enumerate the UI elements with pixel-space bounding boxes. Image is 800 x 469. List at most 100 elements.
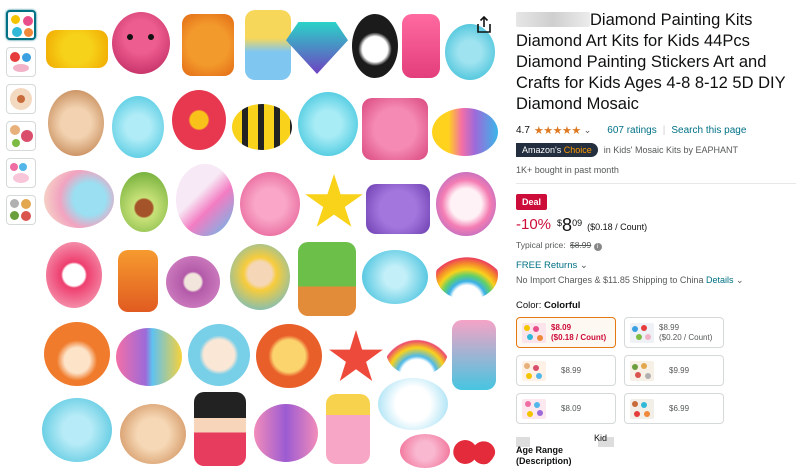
price-fraction: 09 xyxy=(572,218,583,228)
free-returns-link[interactable]: FREE Returns ⌄ xyxy=(516,260,796,271)
diamond-sticker xyxy=(286,22,348,74)
deal-badge: Deal xyxy=(516,194,548,210)
search-page-link[interactable]: Search this page xyxy=(671,125,746,136)
option-thumbnail xyxy=(630,360,654,381)
separator: | xyxy=(662,125,666,136)
dolphin-sticker xyxy=(362,250,428,304)
unit-price: ($0.18 / Count) xyxy=(587,222,648,232)
snail-sticker xyxy=(44,170,114,228)
star-sticker xyxy=(305,174,363,227)
cactus-sticker xyxy=(298,242,356,316)
puppy-sticker xyxy=(48,90,104,156)
bought-count: 1K+ bought in past month xyxy=(516,165,796,184)
typical-price-label: Typical price: xyxy=(516,240,566,250)
thumbnail-6[interactable] xyxy=(6,195,36,225)
fox-sticker xyxy=(44,322,110,386)
penguin-sticker xyxy=(352,14,398,78)
fish-sticker xyxy=(400,434,450,468)
choice-row: Amazon's Choice in Kids' Mosaic Kits by … xyxy=(516,143,796,157)
cherries-sticker xyxy=(452,428,496,468)
thumbnail-1[interactable] xyxy=(6,10,36,40)
blurred-brand xyxy=(516,12,590,27)
discount-percent: -10% xyxy=(516,216,552,233)
option-thumbnail xyxy=(522,398,546,419)
option-price: $8.99 xyxy=(659,322,680,332)
option-price: $9.99 xyxy=(669,365,690,375)
octopus-sticker xyxy=(298,92,358,156)
option-text: $8.09 ($0.18 / Count) xyxy=(551,323,606,343)
typical-price-row: Typical price: $8.99 i xyxy=(516,240,796,251)
product-image[interactable] xyxy=(40,4,502,469)
rating-row: 4.7 ★★★★★ ⌄ 607 ratings | Search this pa… xyxy=(516,124,796,137)
product-details-panel: Diamond Painting Kits Diamond Art Kits f… xyxy=(516,10,796,467)
badge-prefix: Amazon's xyxy=(522,145,562,155)
option-price: $6.99 xyxy=(669,403,690,413)
chevron-down-icon[interactable]: ⌄ xyxy=(736,275,744,285)
octopus-pink-sticker xyxy=(240,172,300,236)
price: $ 8 09 xyxy=(557,216,582,234)
color-option-6[interactable]: $6.99 xyxy=(624,393,724,424)
option-unit: ($0.20 / Count) xyxy=(659,332,713,342)
product-title: Diamond Painting Kits Diamond Art Kits f… xyxy=(516,10,796,115)
princess-sticker xyxy=(245,10,291,80)
shipping-details-link[interactable]: Details xyxy=(706,275,734,285)
typical-price-value: $8.99 xyxy=(569,240,592,250)
fairy-sticker xyxy=(326,394,370,464)
option-text: $8.99 ($0.20 / Count) xyxy=(659,323,712,343)
share-icon[interactable] xyxy=(476,16,492,34)
mermaid-tail-sticker xyxy=(452,320,496,390)
option-thumbnail xyxy=(522,322,546,343)
option-unit: ($0.18 / Count) xyxy=(551,332,607,342)
thumbnail-4[interactable] xyxy=(6,121,36,151)
pink-dinosaur-sticker xyxy=(362,98,428,160)
lion-sticker xyxy=(256,324,322,388)
shipping-text: No Import Charges & $11.85 Shipping to C… xyxy=(516,275,704,285)
attribute-value: Kid xyxy=(594,433,608,443)
dinosaur-sticker xyxy=(182,14,234,76)
rainbow-cloud-sticker xyxy=(386,326,448,376)
unicorn-sticker xyxy=(176,164,234,236)
chevron-down-icon[interactable]: ⌄ xyxy=(584,125,592,136)
thumbnail-2[interactable] xyxy=(6,47,36,77)
option-price: $8.09 xyxy=(561,403,582,413)
color-option-5[interactable]: $8.09 xyxy=(516,393,616,424)
attribute-key: Age Range (Description) xyxy=(516,445,572,466)
cloud-sticker xyxy=(378,378,448,430)
option-thumbnail xyxy=(630,322,654,343)
color-label-key: Color: xyxy=(516,300,542,311)
shipping-info: No Import Charges & $11.85 Shipping to C… xyxy=(516,275,796,286)
avocado-sticker xyxy=(120,172,168,232)
star-rating-icon[interactable]: ★★★★★ xyxy=(534,124,581,137)
purple-dinosaur-sticker xyxy=(366,184,430,234)
seahorse-sticker xyxy=(118,250,158,312)
color-option-3[interactable]: $8.99 xyxy=(516,355,616,386)
owl-sticker xyxy=(112,12,170,74)
color-option-2[interactable]: $8.99 ($0.20 / Count) xyxy=(624,317,724,348)
thumbnail-3[interactable] xyxy=(6,84,36,114)
option-thumbnail xyxy=(630,398,654,419)
info-icon[interactable]: i xyxy=(593,243,602,251)
chevron-down-icon[interactable]: ⌄ xyxy=(580,260,588,271)
flamingo-sticker xyxy=(402,14,440,78)
option-price: $8.09 xyxy=(551,322,572,332)
cat-sticker xyxy=(112,96,164,158)
color-selected-value: Colorful xyxy=(543,300,581,311)
option-price: $8.99 xyxy=(561,365,582,375)
rating-value: 4.7 xyxy=(516,125,530,136)
elephant-sticker xyxy=(42,398,112,462)
shooting-star-sticker xyxy=(432,108,498,156)
color-label: Color: Colorful xyxy=(516,300,796,311)
amazons-choice-badge[interactable]: Amazon's Choice xyxy=(516,143,598,157)
thumbnail-5[interactable] xyxy=(6,158,36,188)
sloth-sticker xyxy=(188,324,250,386)
color-options: $8.09 ($0.18 / Count) $8.99 ($0.20 / Count… xyxy=(516,317,796,424)
dog-sticker xyxy=(120,404,186,464)
color-option-4[interactable]: $9.99 xyxy=(624,355,724,386)
butterfly-sticker xyxy=(116,328,182,386)
unicorn-face-sticker xyxy=(436,172,496,236)
free-returns-text[interactable]: FREE Returns xyxy=(516,260,577,271)
crown-sticker xyxy=(46,30,108,68)
color-option-1[interactable]: $8.09 ($0.18 / Count) xyxy=(516,317,616,348)
choice-category[interactable]: in Kids' Mosaic Kits by EAPHANT xyxy=(604,145,738,155)
ratings-count-link[interactable]: 607 ratings xyxy=(607,125,656,136)
